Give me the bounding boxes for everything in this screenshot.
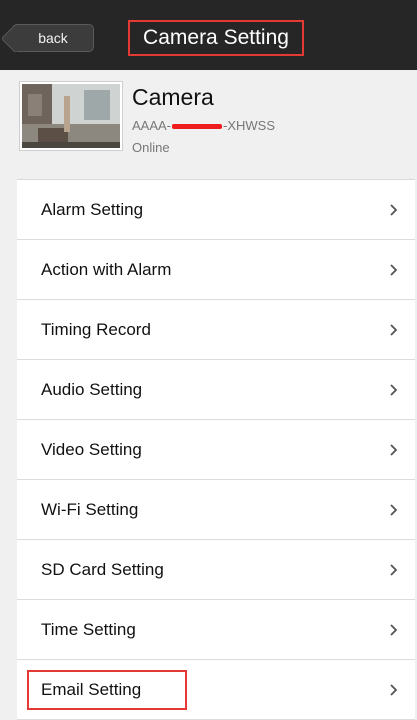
redaction-mark [172, 124, 223, 130]
back-button[interactable]: back [12, 24, 94, 52]
chevron-right-icon [390, 624, 398, 636]
menu-item-wifi-setting[interactable]: Wi-Fi Setting [17, 480, 415, 540]
menu-item-video-setting[interactable]: Video Setting [17, 420, 415, 480]
menu-item-label: SD Card Setting [41, 560, 164, 579]
menu-item-label: Time Setting [41, 620, 136, 639]
camera-thumbnail[interactable] [19, 81, 123, 151]
settings-menu: Alarm Setting Action with Alarm Timing R… [17, 179, 415, 720]
camera-id-suffix: -XHWSS [223, 118, 276, 133]
chevron-right-icon [390, 444, 398, 456]
menu-item-label: Action with Alarm [41, 260, 172, 279]
camera-id: AAAA- -XHWSS [132, 118, 275, 133]
chevron-right-icon [390, 684, 398, 696]
chevron-right-icon [390, 324, 398, 336]
chevron-right-icon [390, 504, 398, 516]
chevron-right-icon [390, 264, 398, 276]
menu-item-label: Audio Setting [41, 380, 143, 399]
menu-item-label: Video Setting [41, 440, 142, 459]
menu-item-time-setting[interactable]: Time Setting [17, 600, 415, 660]
chevron-right-icon [390, 204, 398, 216]
page-title: Camera Setting [128, 20, 304, 56]
menu-item-sd-card-setting[interactable]: SD Card Setting [17, 540, 415, 600]
camera-status: Online [132, 140, 170, 155]
menu-item-audio-setting[interactable]: Audio Setting [17, 360, 415, 420]
page-title-text: Camera Setting [143, 26, 289, 49]
menu-item-label: Timing Record [41, 320, 151, 339]
top-bar: back Camera Setting [0, 0, 417, 70]
menu-item-action-with-alarm[interactable]: Action with Alarm [17, 240, 415, 300]
camera-preview-image [22, 84, 120, 148]
back-button-label: back [38, 30, 68, 46]
camera-id-prefix: AAAA- [132, 118, 172, 133]
menu-item-timing-record[interactable]: Timing Record [17, 300, 415, 360]
chevron-right-icon [390, 384, 398, 396]
menu-item-label: Email Setting [41, 680, 142, 699]
menu-item-label: Wi-Fi Setting [41, 500, 139, 519]
camera-name: Camera [132, 84, 214, 110]
menu-item-alarm-setting[interactable]: Alarm Setting [17, 180, 415, 240]
chevron-right-icon [390, 564, 398, 576]
camera-info-panel: Camera AAAA- -XHWSS Online [0, 70, 417, 170]
menu-item-email-setting[interactable]: Email Setting [17, 660, 415, 720]
menu-item-label: Alarm Setting [41, 200, 144, 219]
